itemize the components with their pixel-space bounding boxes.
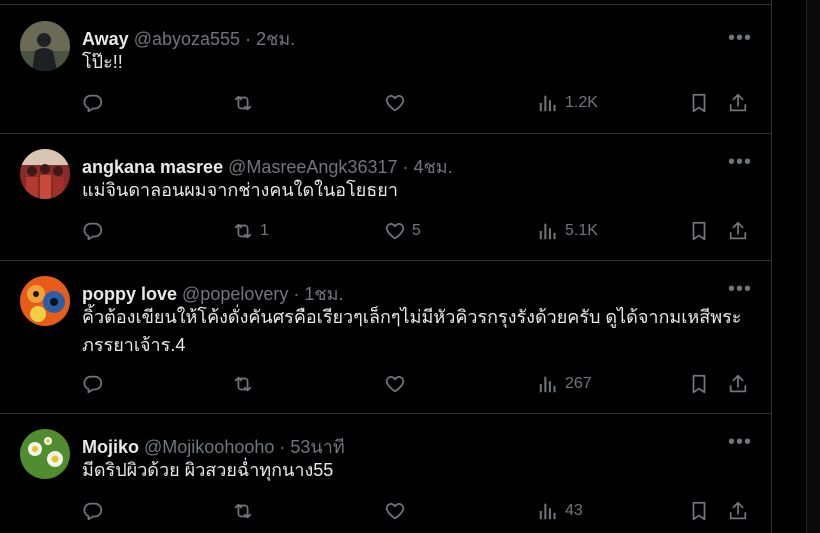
avatar[interactable] <box>20 149 70 199</box>
separator: · <box>245 29 252 49</box>
reply-icon <box>83 94 103 113</box>
reply-icon <box>83 375 103 394</box>
more-icon[interactable]: ••• <box>728 432 752 452</box>
timestamp[interactable]: 53นาที <box>290 437 344 457</box>
reply-button[interactable] <box>82 372 110 396</box>
bookmark-icon <box>692 374 706 394</box>
tweet[interactable]: Mojiko @Mojikoohooho · 53นาที ••• มีดริป… <box>0 414 771 533</box>
username[interactable]: @Mojikoohooho <box>144 437 274 457</box>
bookmark-icon <box>692 93 706 113</box>
scrollbar[interactable] <box>806 0 820 533</box>
retweet-count: 1 <box>260 222 269 239</box>
action-bar: 1 5 5.1K <box>82 219 752 243</box>
heart-icon <box>385 95 405 112</box>
reply-button[interactable] <box>82 91 110 115</box>
retweet-button[interactable]: 1 <box>232 219 269 243</box>
bookmark-button[interactable] <box>688 91 710 115</box>
retweet-icon <box>234 503 252 519</box>
retweet-button[interactable] <box>232 91 260 115</box>
view-count: 267 <box>565 375 592 392</box>
separator: · <box>402 157 409 177</box>
share-icon <box>729 501 747 520</box>
avatar[interactable] <box>20 21 70 71</box>
tweet[interactable]: poppy love @popelovery · 1ชม. ••• คิ้วต้… <box>0 261 771 414</box>
bookmark-button[interactable] <box>688 219 710 243</box>
tweet[interactable]: angkana masree @MasreeAngk36317 · 4ชม. •… <box>0 134 771 261</box>
action-bar: 43 <box>82 499 752 523</box>
tweet-text: แม่จินดาลอนผมจากช่างคนใดในอโยธยา <box>82 180 398 200</box>
like-button[interactable] <box>384 499 412 523</box>
display-name[interactable]: Away <box>82 29 129 49</box>
username[interactable]: @abyoza555 <box>134 29 240 49</box>
share-button[interactable] <box>727 372 749 396</box>
views-button[interactable]: 43 <box>537 499 583 523</box>
share-icon <box>729 374 747 393</box>
share-icon <box>729 93 747 112</box>
display-name[interactable]: poppy love <box>82 284 177 304</box>
separator: · <box>279 437 286 457</box>
timeline: Away @abyoza555 · 2ชม. ••• โป๊ะ!! 1.2K a… <box>0 0 772 533</box>
view-count: 43 <box>565 502 583 519</box>
share-icon <box>729 221 747 240</box>
bookmark-icon <box>692 221 706 241</box>
action-bar: 267 <box>82 372 752 396</box>
views-icon <box>539 95 556 112</box>
reply-button[interactable] <box>82 499 110 523</box>
avatar[interactable] <box>20 276 70 326</box>
views-button[interactable]: 1.2K <box>537 91 598 115</box>
like-count: 5 <box>412 222 421 239</box>
retweet-button[interactable] <box>232 372 260 396</box>
separator: · <box>293 284 300 304</box>
like-button[interactable] <box>384 91 412 115</box>
reply-button[interactable] <box>82 219 110 243</box>
action-bar: 1.2K <box>82 91 752 115</box>
avatar[interactable] <box>20 429 70 479</box>
views-icon <box>539 503 556 520</box>
timestamp[interactable]: 2ชม. <box>256 29 295 49</box>
like-button[interactable]: 5 <box>384 219 421 243</box>
heart-icon <box>385 223 405 240</box>
username[interactable]: @popelovery <box>182 284 288 304</box>
bookmark-icon <box>692 501 706 521</box>
display-name[interactable]: angkana masree <box>82 157 223 177</box>
reply-icon <box>83 502 103 521</box>
display-name[interactable]: Mojiko <box>82 437 139 457</box>
username[interactable]: @MasreeAngk36317 <box>228 157 397 177</box>
share-button[interactable] <box>727 499 749 523</box>
share-button[interactable] <box>727 91 749 115</box>
view-count: 1.2K <box>565 94 598 111</box>
views-icon <box>539 223 556 240</box>
heart-icon <box>385 503 405 520</box>
tweet-text: โป๊ะ!! <box>82 52 123 72</box>
share-button[interactable] <box>727 219 749 243</box>
retweet-icon <box>234 376 252 392</box>
views-button[interactable]: 267 <box>537 372 592 396</box>
retweet-icon <box>234 95 252 111</box>
views-icon <box>539 376 556 393</box>
more-icon[interactable]: ••• <box>728 152 752 172</box>
timestamp[interactable]: 1ชม. <box>304 284 343 304</box>
bookmark-button[interactable] <box>688 499 710 523</box>
more-icon[interactable]: ••• <box>728 28 752 48</box>
timestamp[interactable]: 4ชม. <box>414 157 453 177</box>
like-button[interactable] <box>384 372 412 396</box>
more-icon[interactable]: ••• <box>728 279 752 299</box>
tweet-text: คิ้วต้องเขียนให้โค้งดั่งคันศรคือเรียวๆเล… <box>82 307 742 355</box>
tweet-text: มีดริปผิวด้วย ผิวสวยฉ่ำทุกนาง55 <box>82 460 334 480</box>
tweet[interactable]: Away @abyoza555 · 2ชม. ••• โป๊ะ!! 1.2K <box>0 5 771 134</box>
bookmark-button[interactable] <box>688 372 710 396</box>
reply-icon <box>83 222 103 241</box>
retweet-icon <box>234 223 252 239</box>
heart-icon <box>385 376 405 393</box>
retweet-button[interactable] <box>232 499 260 523</box>
views-button[interactable]: 5.1K <box>537 219 598 243</box>
view-count: 5.1K <box>565 222 598 239</box>
